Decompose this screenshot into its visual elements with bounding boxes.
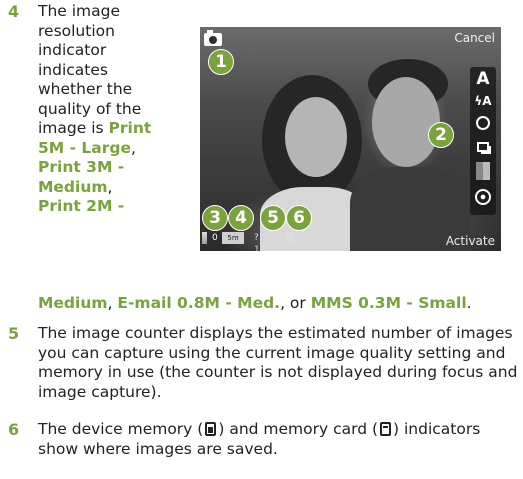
exposure-icon[interactable] [472, 161, 494, 181]
item-4-text: The image resolution indicator indicates… [38, 2, 188, 217]
item-6-text: The device memory () and memory card () … [38, 420, 518, 459]
callout-3: 3 [202, 205, 228, 231]
separator: , [107, 294, 118, 312]
item-number-4: 4 [8, 2, 20, 21]
resolution-indicator: 5m [222, 232, 244, 244]
zoom-level: 0 [212, 233, 218, 243]
settings-icon[interactable] [472, 187, 494, 207]
self-timer-icon[interactable] [472, 113, 494, 133]
period: . [466, 294, 472, 312]
woman-face [285, 97, 347, 177]
separator: , [107, 177, 113, 196]
option-print-5m: 5M - Large [38, 138, 132, 157]
item-4-continuation: Medium, E-mail 0.8M - Med., or MMS 0.3M … [38, 294, 518, 314]
item-4-line: quality of the [38, 99, 142, 118]
camera-icon [204, 30, 222, 46]
item-4-line: whether the [38, 80, 133, 98]
callout-4: 4 [228, 205, 254, 231]
option-print-2m: Print 2M - [38, 197, 125, 215]
man-face [372, 77, 440, 167]
camera-viewfinder-screenshot: Cancel A ϟA 1 2 3 4 5 6 0 5m ?115 Activa… [200, 27, 501, 251]
separator: , [131, 138, 136, 157]
sequence-icon[interactable] [472, 137, 494, 157]
callout-6: 6 [286, 205, 312, 231]
cancel-softkey[interactable]: Cancel [454, 31, 495, 45]
item-4-line: indicator [38, 41, 107, 59]
callout-5: 5 [260, 205, 286, 231]
item-number-5: 5 [8, 324, 20, 343]
memory-card-icon [380, 422, 392, 436]
option-email: E-mail 0.8M - Med. [117, 294, 281, 312]
device-memory-icon [286, 232, 294, 243]
item-6-text-part: The device memory ( [38, 420, 204, 438]
item-number-6: 6 [8, 420, 20, 439]
option-print-2m: Medium [38, 294, 108, 312]
device-memory-icon [205, 422, 217, 436]
callout-2: 2 [428, 122, 454, 148]
item-4-line: image is [38, 119, 109, 137]
camera-toolbar: A ϟA [470, 67, 496, 215]
option-mms: MMS 0.3M - Small [310, 294, 467, 312]
image-counter: ?115 [254, 233, 272, 251]
separator: , or [280, 294, 311, 312]
item-5-text: The image counter displays the estimated… [38, 324, 518, 401]
option-print-5m: Print [108, 119, 152, 137]
item-4-line: indicates [38, 60, 108, 79]
item-4-line: resolution [38, 21, 115, 40]
option-print-3m: Print 3M - [38, 158, 125, 176]
item-6-text-part: ) and memory card ( [218, 420, 379, 438]
scene-icon[interactable]: A [472, 69, 494, 89]
zoom-bar-icon [202, 232, 207, 244]
callout-1: 1 [208, 49, 234, 75]
activate-softkey[interactable]: Activate [446, 234, 495, 248]
flash-icon[interactable]: ϟA [472, 91, 494, 111]
item-4-line: The image [38, 2, 121, 20]
option-print-3m: Medium [38, 177, 108, 196]
